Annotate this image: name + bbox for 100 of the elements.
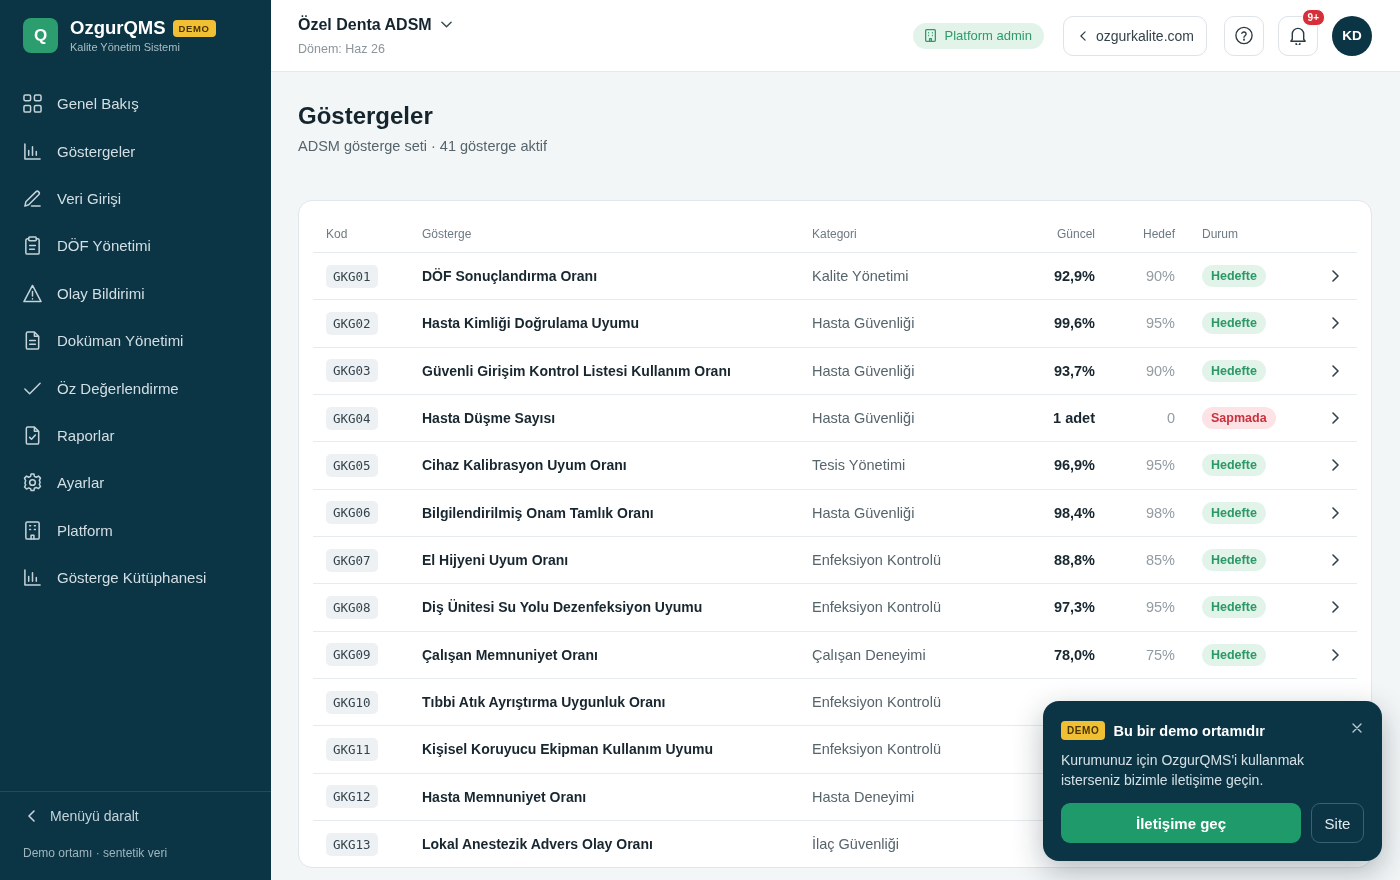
indicator-code: GKG11: [326, 737, 378, 761]
organization-selector[interactable]: Özel Denta ADSM: [298, 15, 452, 34]
nav-item[interactable]: Olay Bildirimi: [0, 269, 271, 317]
nav-item[interactable]: Veri Girişi: [0, 174, 271, 223]
indicator-name: Cihaz Kalibrasyon Uyum Oranı: [422, 457, 627, 474]
warning-icon: [23, 283, 42, 303]
current-value: 88,8%: [1053, 552, 1095, 569]
chevron-down-icon: [440, 21, 452, 28]
indicator-code: GKG06: [326, 501, 378, 525]
category-text: Tesis Yönetimi: [812, 457, 906, 474]
footer-note: Demo ortamı · sentetik veri: [23, 846, 169, 860]
building-icon: [924, 29, 936, 42]
indicator-name: Diş Ünitesi Su Yolu Dezenfeksiyon Uyumu: [422, 599, 703, 616]
chevron-left-icon: [1079, 30, 1086, 41]
brand-subtitle: Kalite Yönetim Sistemi: [70, 41, 181, 53]
nav-item[interactable]: Doküman Yönetimi: [0, 316, 271, 365]
chevron-right-icon[interactable]: [1332, 601, 1339, 614]
column-header: Kod: [326, 226, 348, 241]
indicator-name: Çalışan Memnuniyet Oranı: [422, 646, 598, 663]
indicator-code: GKG09: [326, 643, 378, 667]
nav-item[interactable]: DÖF Yönetimi: [0, 222, 271, 270]
brand-name: OzgurQMS: [70, 18, 166, 38]
demo-tag: DEMO: [172, 19, 216, 37]
indicator-name: DÖF Sonuçlandırma Oranı: [422, 268, 598, 285]
category-text: Kalite Yönetimi: [812, 268, 909, 285]
target-value: 95%: [1145, 599, 1175, 616]
logo-tile: Q: [23, 18, 58, 53]
indicator-code: GKG12: [326, 785, 378, 809]
indicator-name: Lokal Anestezik Advers Olay Oranı: [422, 836, 653, 853]
chevron-right-icon[interactable]: [1332, 459, 1339, 472]
indicator-code: GKG01: [326, 264, 378, 288]
grid-icon: [23, 94, 42, 114]
chevron-right-icon[interactable]: [1332, 648, 1339, 661]
category-text: Hasta Güvenliği: [812, 504, 915, 521]
indicator-code: GKG07: [326, 548, 378, 572]
indicator-code: GKG08: [326, 595, 378, 619]
indicator-name: Bilgilendirilmiş Onam Tamlık Oranı: [422, 504, 654, 521]
site-link-button[interactable]: ozgurkalite.com: [1062, 15, 1207, 56]
status-tag: Hedefte: [1202, 549, 1266, 572]
pencil-icon: [23, 188, 42, 208]
nav-item[interactable]: Platform: [0, 506, 271, 554]
status-tag: Hedefte: [1202, 454, 1266, 477]
building-icon: [23, 520, 42, 540]
indicator-name: Güvenli Girişim Kontrol Listesi Kullanım Oranı: [422, 362, 731, 379]
current-value: 99,6%: [1053, 315, 1095, 332]
nav-item[interactable]: Raporlar: [0, 411, 271, 460]
status-tag: Hedefte: [1202, 596, 1266, 619]
chevron-right-icon[interactable]: [1332, 270, 1339, 283]
current-value: 92,9%: [1053, 268, 1095, 285]
help-button[interactable]: [1224, 15, 1264, 56]
collapse-menu-link[interactable]: Menüyü daralt: [23, 808, 248, 824]
document-check-icon: [23, 425, 42, 445]
chevron-right-icon[interactable]: [1332, 554, 1339, 567]
notifications-button[interactable]: [1278, 15, 1318, 56]
role-pill: Platform admin: [912, 22, 1044, 49]
contact-button[interactable]: İletişime geç: [1061, 803, 1301, 843]
category-text: Enfeksiyon Kontrolü: [812, 599, 941, 616]
indicator-code: GKG05: [326, 453, 378, 477]
current-value: 93,7%: [1053, 362, 1095, 379]
current-value: 1 adet: [1053, 410, 1095, 427]
site-button[interactable]: Site: [1311, 803, 1364, 843]
status-tag: Sapmada: [1202, 407, 1276, 430]
column-header: Güncel: [1056, 226, 1095, 241]
chevron-right-icon[interactable]: [1332, 317, 1339, 330]
bar-chart-icon: [23, 568, 42, 588]
nav-item[interactable]: Ayarlar: [0, 459, 271, 507]
chevron-right-icon[interactable]: [1332, 412, 1339, 425]
nav-item[interactable]: Genel Bakış: [0, 80, 271, 128]
indicator-name: El Hijyeni Uyum Oranı: [422, 552, 569, 569]
target-value: 90%: [1145, 362, 1175, 379]
category-text: Hasta Güvenliği: [812, 362, 915, 379]
indicator-name: Hasta Memnuniyet Oranı: [422, 788, 587, 805]
page-subtitle: ADSM gösterge seti · 41 gösterge aktif: [298, 137, 549, 156]
indicator-code: GKG02: [326, 312, 378, 335]
nav-item[interactable]: Gösterge Kütüphanesi: [0, 553, 271, 602]
indicator-name: Kişisel Koruyucu Ekipman Kullanım Uyumu: [422, 741, 713, 758]
chevron-right-icon[interactable]: [1332, 364, 1339, 377]
target-value: 98%: [1145, 504, 1175, 521]
category-text: Enfeksiyon Kontrolü: [812, 694, 941, 711]
status-tag: Hedefte: [1202, 312, 1266, 335]
target-value: 90%: [1145, 268, 1175, 285]
chevron-right-icon[interactable]: [1332, 506, 1339, 519]
category-text: Enfeksiyon Kontrolü: [812, 741, 941, 758]
current-value: 97,3%: [1053, 599, 1095, 616]
page-title: Göstergeler: [298, 101, 434, 131]
category-text: Hasta Güvenliği: [812, 315, 915, 332]
close-icon[interactable]: [1352, 723, 1362, 733]
indicator-code: GKG13: [326, 832, 378, 856]
column-header: Kategori: [812, 226, 857, 241]
nav-item[interactable]: Göstergeler: [0, 127, 271, 175]
status-tag: Hedefte: [1202, 501, 1266, 524]
column-header: Gösterge: [422, 226, 472, 241]
category-text: Enfeksiyon Kontrolü: [812, 552, 941, 569]
document-icon: [23, 331, 42, 351]
popup-message: Kurumunuz için OzgurQMS'i kullanmak isterseniz bizimle iletişime geçin.: [1061, 751, 1306, 790]
demo-tag: DEMO: [1061, 721, 1106, 740]
indicator-code: GKG10: [326, 690, 378, 714]
current-value: 96,9%: [1053, 457, 1095, 474]
nav-item[interactable]: Öz Değerlendirme: [0, 364, 271, 412]
user-avatar[interactable]: KD: [1332, 15, 1372, 56]
